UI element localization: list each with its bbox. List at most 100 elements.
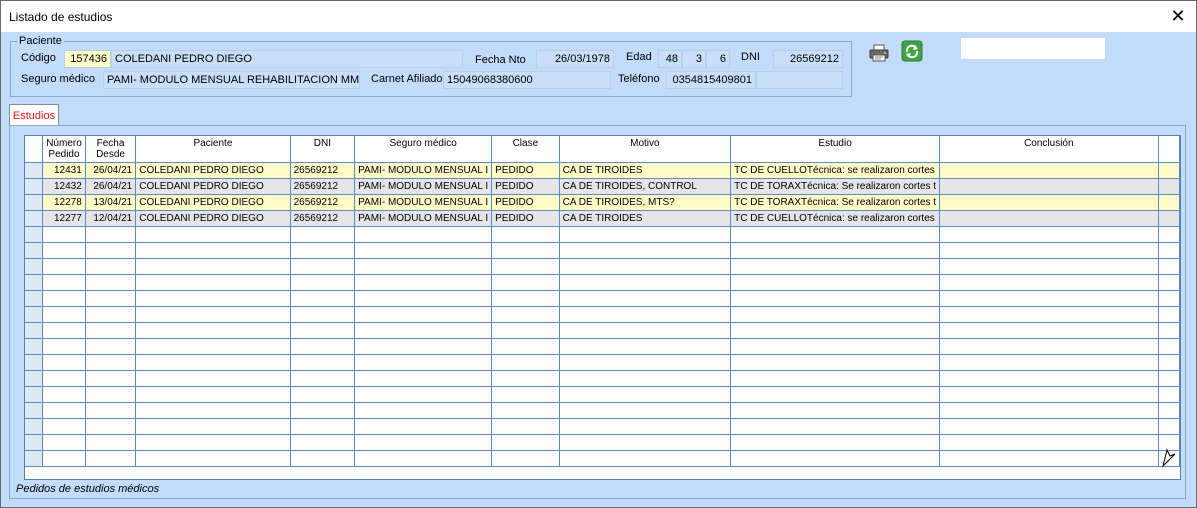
cell-motivo[interactable]: [559, 290, 732, 307]
cell-fecha[interactable]: [85, 434, 137, 451]
cell-motivo[interactable]: [559, 306, 732, 323]
cell-motivo[interactable]: [559, 242, 732, 259]
cell-conclusion[interactable]: [939, 322, 1159, 339]
cell-estudio[interactable]: TC DE CUELLOTécnica: se realizaron corte…: [730, 162, 941, 179]
cell-paciente[interactable]: [135, 434, 291, 451]
cell-estudio[interactable]: [730, 402, 941, 419]
cell-fecha[interactable]: 26/04/21: [85, 162, 137, 179]
cell-paciente[interactable]: [135, 274, 291, 291]
cell-clase[interactable]: [491, 338, 560, 355]
cell-estudio[interactable]: [730, 386, 941, 403]
cell-motivo[interactable]: [559, 338, 732, 355]
cell-motivo[interactable]: [559, 418, 732, 435]
cell-conclusion[interactable]: [939, 370, 1159, 387]
carnet-field[interactable]: 15049068380600: [443, 71, 611, 89]
cell-seguro[interactable]: [354, 274, 493, 291]
cell-numero[interactable]: [42, 370, 86, 387]
cell-dni[interactable]: [290, 306, 356, 323]
cell-clase[interactable]: [491, 226, 560, 243]
cell-motivo[interactable]: [559, 370, 732, 387]
cell-conclusion[interactable]: [939, 306, 1159, 323]
cell-dni[interactable]: [290, 434, 356, 451]
cell-numero[interactable]: [42, 418, 86, 435]
cell-motivo[interactable]: CA DE TIROIDES, MTS?: [559, 194, 732, 211]
cell-dni[interactable]: [290, 354, 356, 371]
cell-paciente[interactable]: [135, 226, 291, 243]
col-dni[interactable]: DNI: [290, 136, 356, 163]
row-header-cell[interactable]: [25, 450, 44, 467]
cell-estudio[interactable]: [730, 370, 941, 387]
row-header-cell[interactable]: [25, 386, 44, 403]
telefono-field[interactable]: 0354815409801: [666, 71, 756, 89]
cell-conclusion[interactable]: [939, 162, 1159, 179]
cell-conclusion[interactable]: [939, 178, 1159, 195]
cell-clase[interactable]: PEDIDO: [491, 162, 560, 179]
row-header-cell[interactable]: [25, 210, 44, 227]
cell-paciente[interactable]: [135, 370, 291, 387]
row-header-cell[interactable]: [25, 370, 44, 387]
cell-clase[interactable]: [491, 402, 560, 419]
cell-seguro[interactable]: [354, 386, 493, 403]
cell-numero[interactable]: 12432: [42, 178, 86, 195]
cell-estudio[interactable]: [730, 322, 941, 339]
cell-clase[interactable]: [491, 386, 560, 403]
cell-paciente[interactable]: [135, 338, 291, 355]
cell-estudio[interactable]: [730, 338, 941, 355]
cell-seguro[interactable]: [354, 450, 493, 467]
col-seguro-medico[interactable]: Seguro médico: [354, 136, 493, 163]
cell-conclusion[interactable]: [939, 402, 1159, 419]
cell-numero[interactable]: 12277: [42, 210, 86, 227]
cell-dni[interactable]: [290, 258, 356, 275]
cell-motivo[interactable]: CA DE TIROIDES: [559, 162, 732, 179]
cell-fecha[interactable]: [85, 370, 137, 387]
col-numero-pedido[interactable]: Número Pedido: [42, 136, 86, 163]
patient-name-field[interactable]: COLEDANI PEDRO DIEGO: [111, 50, 463, 68]
cell-numero[interactable]: [42, 306, 86, 323]
cell-motivo[interactable]: [559, 434, 732, 451]
cell-dni[interactable]: [290, 274, 356, 291]
cell-seguro[interactable]: [354, 306, 493, 323]
cell-numero[interactable]: [42, 402, 86, 419]
cell-estudio[interactable]: [730, 290, 941, 307]
cell-motivo[interactable]: [559, 402, 732, 419]
cell-conclusion[interactable]: [939, 450, 1159, 467]
cell-paciente[interactable]: [135, 306, 291, 323]
cell-estudio[interactable]: [730, 434, 941, 451]
cell-fecha[interactable]: [85, 450, 137, 467]
cell-motivo[interactable]: [559, 274, 732, 291]
cell-estudio[interactable]: TC DE CUELLOTécnica: se realizaron corte…: [730, 210, 941, 227]
row-header-cell[interactable]: [25, 194, 44, 211]
cell-seguro[interactable]: [354, 434, 493, 451]
row-header-cell[interactable]: [25, 274, 44, 291]
cell-motivo[interactable]: CA DE TIROIDES: [559, 210, 732, 227]
cell-paciente[interactable]: [135, 386, 291, 403]
col-motivo[interactable]: Motivo: [559, 136, 732, 163]
row-header-cell[interactable]: [25, 242, 44, 259]
cell-conclusion[interactable]: [939, 418, 1159, 435]
row-header-cell[interactable]: [25, 434, 44, 451]
table-row[interactable]: 12431 26/04/21 COLEDANI PEDRO DIEGO 2656921…: [25, 162, 1180, 179]
cell-dni[interactable]: 26569212: [290, 194, 356, 211]
row-header-cell[interactable]: [25, 162, 44, 179]
cell-seguro[interactable]: [354, 290, 493, 307]
cell-fecha[interactable]: [85, 258, 137, 275]
cell-fecha[interactable]: [85, 274, 137, 291]
cell-seguro[interactable]: PAMI- MODULO MENSUAL I: [354, 178, 493, 195]
cell-dni[interactable]: [290, 290, 356, 307]
cell-fecha[interactable]: [85, 402, 137, 419]
cell-paciente[interactable]: [135, 322, 291, 339]
cell-conclusion[interactable]: [939, 290, 1159, 307]
row-header-cell[interactable]: [25, 290, 44, 307]
cell-numero[interactable]: [42, 450, 86, 467]
empty-table-row[interactable]: [25, 258, 1180, 275]
cell-estudio[interactable]: [730, 306, 941, 323]
cell-clase[interactable]: [491, 242, 560, 259]
cell-clase[interactable]: PEDIDO: [491, 194, 560, 211]
cell-conclusion[interactable]: [939, 274, 1159, 291]
cell-dni[interactable]: 26569212: [290, 178, 356, 195]
cell-numero[interactable]: [42, 274, 86, 291]
table-row[interactable]: 12432 26/04/21 COLEDANI PEDRO DIEGO 2656921…: [25, 178, 1180, 195]
cell-dni[interactable]: [290, 418, 356, 435]
col-paciente[interactable]: Paciente: [135, 136, 291, 163]
cell-paciente[interactable]: [135, 450, 291, 467]
